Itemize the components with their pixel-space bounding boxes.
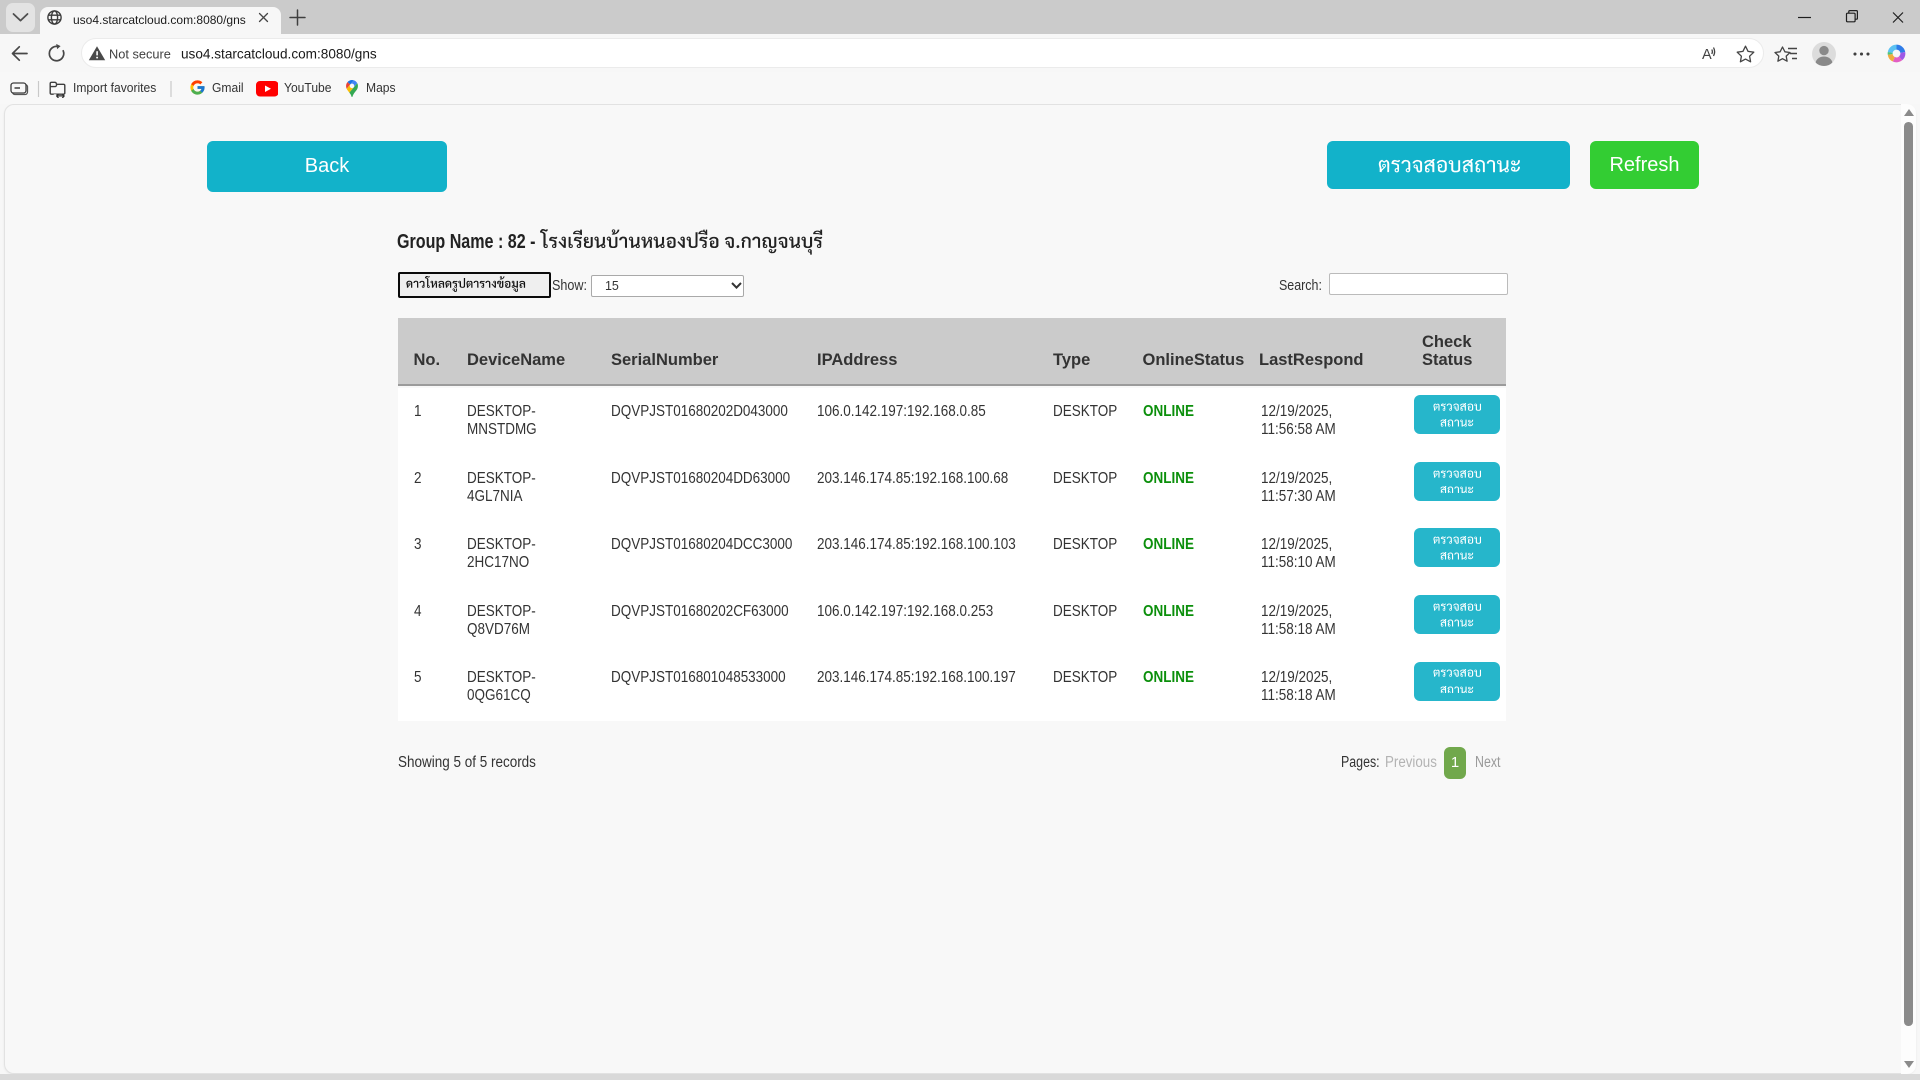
svg-text:A: A xyxy=(1702,47,1712,63)
svg-text:Not secure: Not secure xyxy=(109,46,171,61)
svg-text:uso4.starcatcloud.com:8080/gns: uso4.starcatcloud.com:8080/gns xyxy=(181,47,377,62)
